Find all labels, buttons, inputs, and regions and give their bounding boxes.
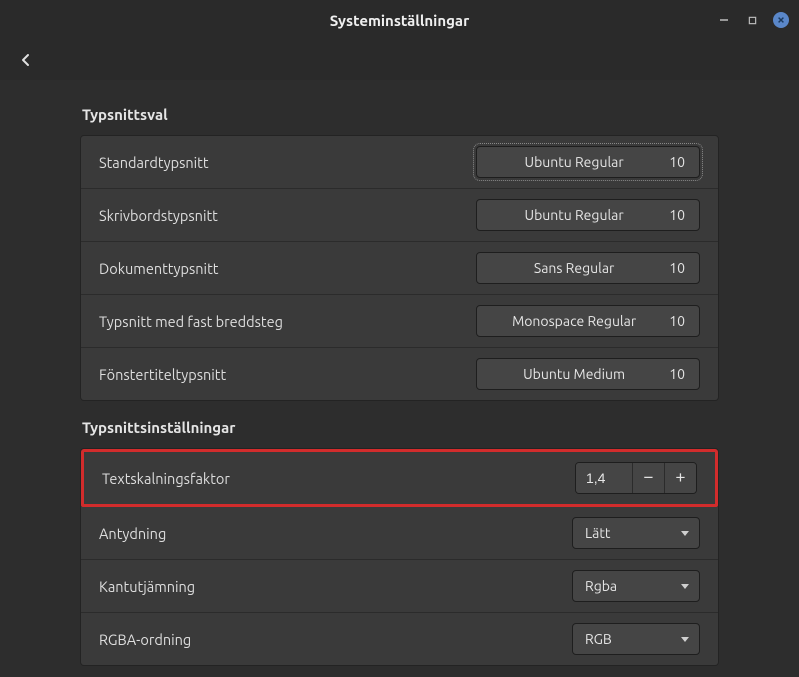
row-hinting: Antydning Lätt	[81, 507, 718, 560]
font-size: 10	[669, 260, 685, 276]
select-value: Rgba	[585, 578, 617, 594]
font-picker-desktop[interactable]: Ubuntu Regular 10	[476, 199, 700, 231]
increment-button[interactable]: +	[664, 463, 696, 493]
chevron-down-icon	[681, 584, 689, 589]
window-controls	[717, 0, 789, 40]
decrement-button[interactable]: −	[632, 463, 664, 493]
row-rgba-order: RGBA-ordning RGB	[81, 613, 718, 665]
titlebar: Systeminställningar	[0, 0, 799, 40]
row-antialiasing: Kantutjämning Rgba	[81, 560, 718, 613]
select-value: Lätt	[585, 525, 610, 541]
chevron-down-icon	[681, 637, 689, 642]
row-monospace-font: Typsnitt med fast breddsteg Monospace Re…	[81, 295, 718, 348]
font-picker-monospace[interactable]: Monospace Regular 10	[476, 305, 700, 337]
row-label: Textskalningsfaktor	[102, 470, 230, 487]
row-titlebar-font: Fönstertiteltypsnitt Ubuntu Medium 10	[81, 348, 718, 400]
toolbar	[0, 40, 799, 80]
section-title-settings: Typsnittsinställningar	[82, 419, 719, 436]
font-name: Ubuntu Regular	[491, 207, 657, 223]
rgba-order-select[interactable]: RGB	[572, 623, 700, 655]
row-document-font: Dokumenttypsnitt Sans Regular 10	[81, 242, 718, 295]
section-title-fonts: Typsnittsval	[82, 106, 719, 123]
text-scaling-input[interactable]	[576, 463, 632, 493]
font-size: 10	[669, 366, 685, 382]
font-size: 10	[669, 313, 685, 329]
font-selection-list: Standardtypsnitt Ubuntu Regular 10 Skriv…	[80, 135, 719, 401]
minimize-button[interactable]	[717, 13, 731, 27]
select-value: RGB	[585, 631, 612, 647]
antialiasing-select[interactable]: Rgba	[572, 570, 700, 602]
row-label: Fönstertiteltypsnitt	[99, 366, 226, 383]
font-name: Ubuntu Regular	[491, 154, 657, 170]
text-scaling-spinner: − +	[575, 462, 697, 494]
row-label: RGBA-ordning	[99, 631, 191, 648]
maximize-button[interactable]	[745, 13, 759, 27]
row-label: Standardtypsnitt	[99, 154, 209, 171]
row-label: Kantutjämning	[99, 578, 195, 595]
hinting-select[interactable]: Lätt	[572, 517, 700, 549]
row-label: Skrivbordstypsnitt	[99, 207, 218, 224]
font-name: Ubuntu Medium	[491, 366, 657, 382]
font-size: 10	[669, 207, 685, 223]
font-picker-titlebar[interactable]: Ubuntu Medium 10	[476, 358, 700, 390]
row-text-scaling: Textskalningsfaktor − +	[81, 449, 718, 507]
font-name: Sans Regular	[491, 260, 657, 276]
font-size: 10	[669, 154, 685, 170]
plus-icon: +	[676, 468, 686, 488]
minus-icon: −	[644, 468, 654, 488]
window-title: Systeminställningar	[330, 12, 470, 29]
row-label: Antydning	[99, 525, 166, 542]
row-label: Dokumenttypsnitt	[99, 260, 218, 277]
row-desktop-font: Skrivbordstypsnitt Ubuntu Regular 10	[81, 189, 718, 242]
font-settings-list: Textskalningsfaktor − + Antydning Lätt K…	[80, 448, 719, 666]
font-name: Monospace Regular	[491, 313, 657, 329]
row-label: Typsnitt med fast breddsteg	[99, 313, 283, 330]
row-standard-font: Standardtypsnitt Ubuntu Regular 10	[81, 136, 718, 189]
close-button[interactable]	[773, 12, 789, 28]
chevron-down-icon	[681, 531, 689, 536]
font-picker-document[interactable]: Sans Regular 10	[476, 252, 700, 284]
font-picker-standard[interactable]: Ubuntu Regular 10	[476, 146, 700, 178]
content-area: Typsnittsval Standardtypsnitt Ubuntu Reg…	[0, 80, 799, 666]
back-button[interactable]	[14, 48, 38, 72]
